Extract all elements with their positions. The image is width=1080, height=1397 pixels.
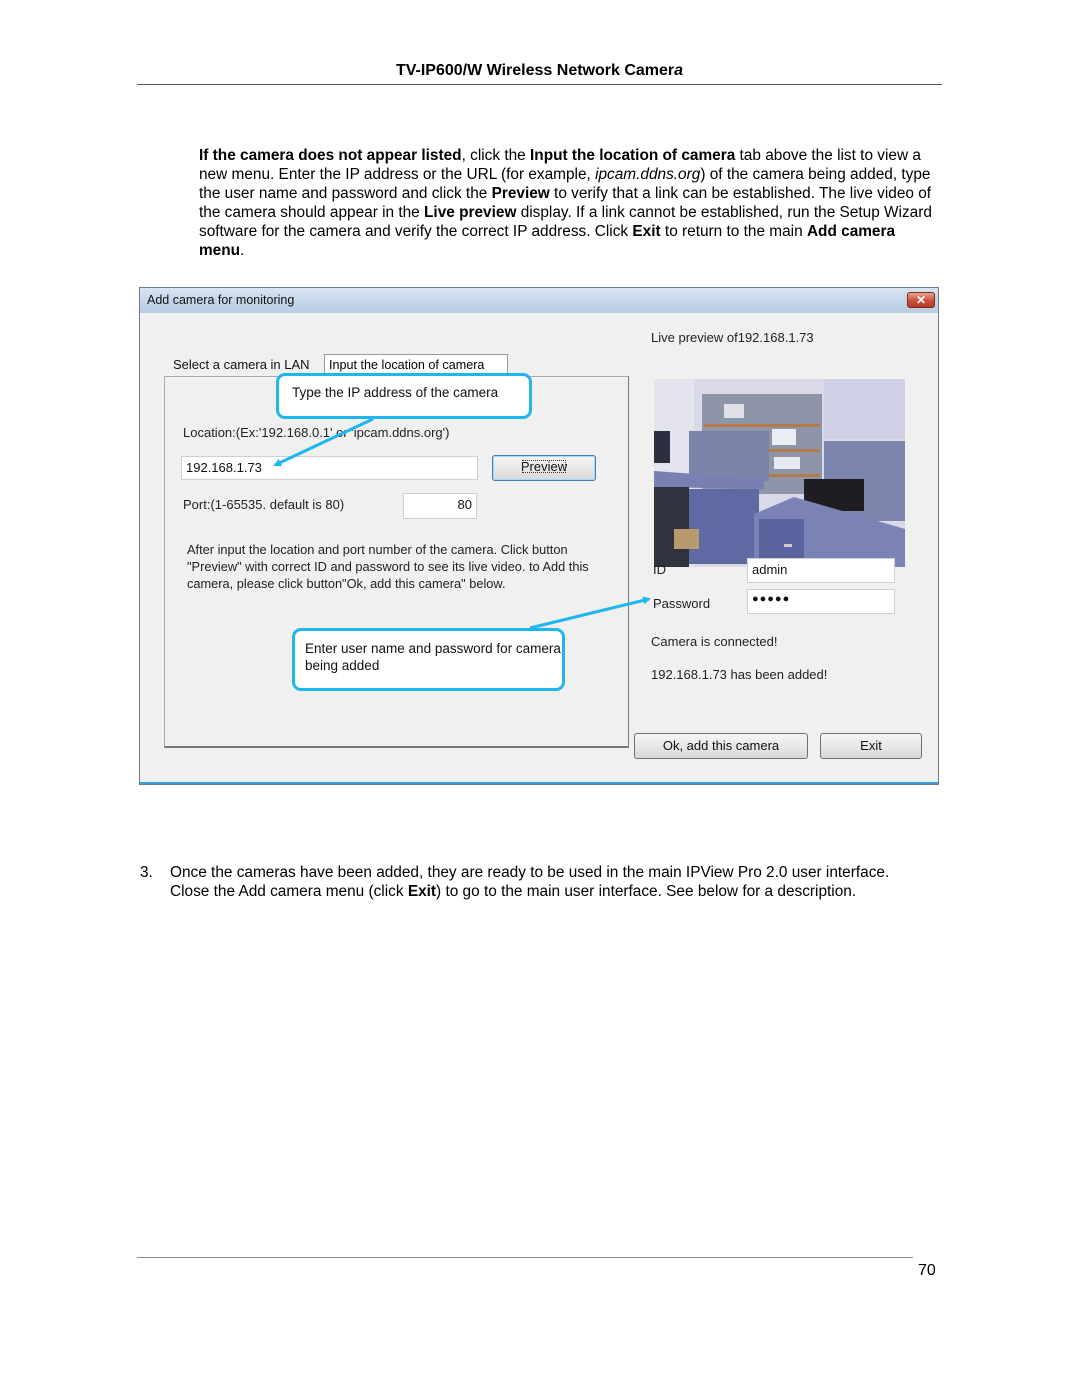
id-input[interactable]: admin <box>747 558 895 583</box>
dialog-titlebar: Add camera for monitoring ✕ <box>140 288 938 313</box>
status-connected: Camera is connected! <box>651 634 778 649</box>
document-header: TV-IP600/W Wireless Network Camera <box>137 62 942 80</box>
intro-text-14: . <box>240 242 245 259</box>
header-title-last-letter: a <box>674 62 684 79</box>
preview-button[interactable]: Preview <box>492 455 596 481</box>
dialog-title: Add camera for monitoring <box>147 293 295 307</box>
step-3-text-3: ) to go to the main user interface. See … <box>436 883 857 900</box>
intro-text-2: , click the <box>461 147 531 164</box>
password-input[interactable]: ●●●●● <box>747 589 895 614</box>
dialog-body: Select a camera in LAN Input the locatio… <box>145 313 933 779</box>
location-label: Location:(Ex:'192.168.0.1' or 'ipcam.ddn… <box>183 425 450 440</box>
office-camera-feed <box>654 379 905 567</box>
add-camera-dialog: Add camera for monitoring ✕ Select a cam… <box>139 287 939 785</box>
instructions-text: After input the location and port number… <box>187 542 589 591</box>
port-input[interactable]: 80 <box>403 493 477 519</box>
header-title: TV-IP600/W Wireless Network Camer <box>395 62 675 79</box>
ok-add-camera-button[interactable]: Ok, add this camera <box>634 733 808 759</box>
intro-text-12: to return to the main <box>660 223 807 240</box>
status-added: 192.168.1.73 has been added! <box>651 667 828 682</box>
id-label: ID <box>653 562 666 577</box>
intro-bold-1: If the camera does not appear listed <box>199 147 462 164</box>
callout-ip-address: Type the IP address of the camera <box>276 373 532 419</box>
step-number: 3. <box>140 864 153 881</box>
callout-user-password: Enter user name and password for camera … <box>292 628 565 691</box>
exit-button[interactable]: Exit <box>820 733 922 759</box>
intro-bold-3: Input the location of camera <box>530 147 736 164</box>
live-preview-image <box>654 379 905 567</box>
password-label: Password <box>653 596 711 611</box>
intro-italic-5: ipcam.ddns.org <box>595 166 701 183</box>
footer-divider <box>137 1257 913 1258</box>
close-icon[interactable]: ✕ <box>907 292 935 308</box>
intro-bold-7: Preview <box>491 185 550 202</box>
intro-bold-9: Live preview <box>424 204 517 221</box>
header-divider <box>137 84 942 85</box>
intro-paragraph: If the camera does not appear listed, cl… <box>199 146 944 260</box>
step-3-text: Once the cameras have been added, they a… <box>170 863 910 901</box>
location-input[interactable]: 192.168.1.73 <box>181 456 478 480</box>
port-label: Port:(1-65535. default is 80) <box>183 497 345 512</box>
page-number: 70 <box>918 1262 936 1279</box>
live-preview-label: Live preview of192.168.1.73 <box>651 330 814 345</box>
preview-button-label: Preview <box>520 459 568 474</box>
step-3-bold-exit: Exit <box>407 883 437 900</box>
intro-bold-11: Exit <box>632 223 661 240</box>
